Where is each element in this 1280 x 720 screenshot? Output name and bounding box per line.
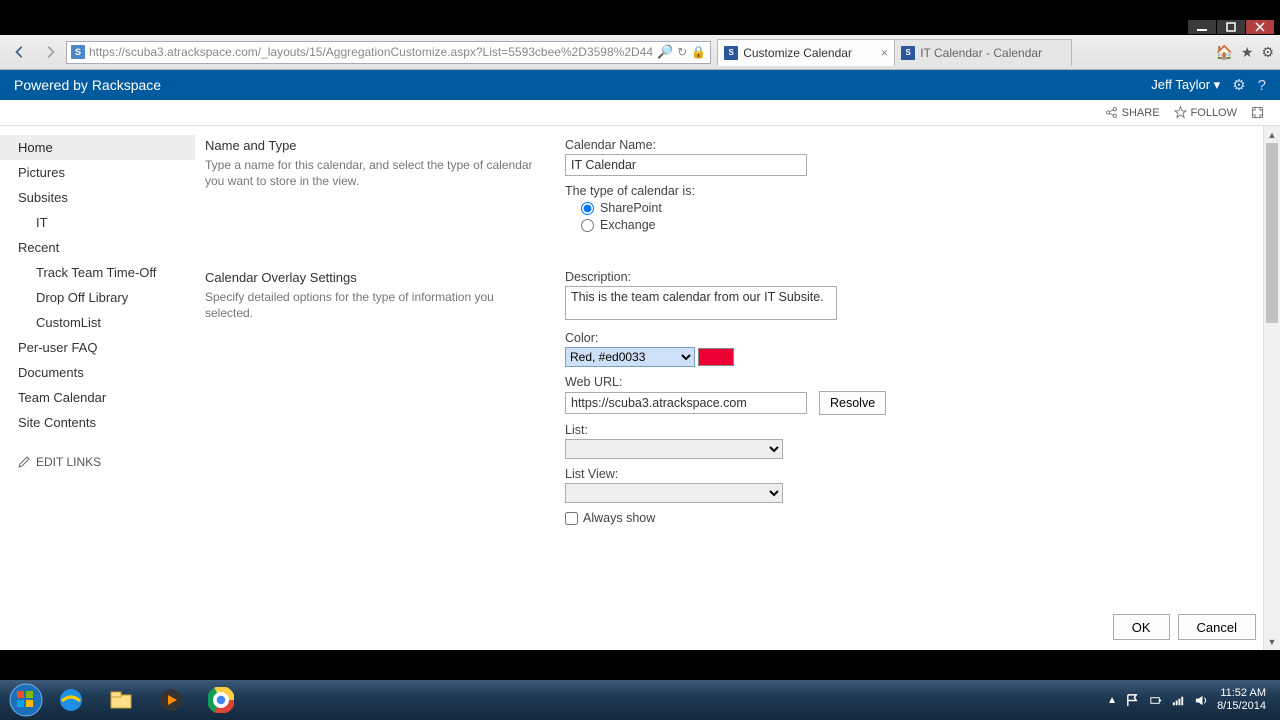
nav-track-timeoff[interactable]: Track Team Time-Off bbox=[0, 260, 195, 285]
scroll-up-icon[interactable]: ▲ bbox=[1264, 126, 1280, 143]
tray-up-icon[interactable]: ▲ bbox=[1107, 695, 1117, 706]
weburl-label: Web URL: bbox=[565, 375, 1260, 389]
letterbox-top bbox=[0, 0, 1280, 35]
radio-sharepoint[interactable]: SharePoint bbox=[581, 201, 1260, 215]
gear-icon[interactable]: ⚙ bbox=[1232, 76, 1245, 94]
window-maximize-button[interactable] bbox=[1217, 20, 1245, 34]
share-icon bbox=[1105, 106, 1118, 119]
user-menu[interactable]: Jeff Taylor ▾ bbox=[1151, 77, 1220, 93]
list-select[interactable] bbox=[565, 439, 783, 459]
nav-subsites[interactable]: Subsites bbox=[0, 185, 195, 210]
calendar-name-label: Calendar Name: bbox=[565, 138, 1260, 152]
calendar-name-input[interactable] bbox=[565, 154, 807, 176]
form-content: Name and Type Type a name for this calen… bbox=[195, 126, 1280, 650]
taskbar-media[interactable] bbox=[147, 683, 195, 717]
color-label: Color: bbox=[565, 331, 1260, 345]
listview-select[interactable] bbox=[565, 483, 783, 503]
home-icon[interactable]: 🏠 bbox=[1215, 44, 1232, 61]
site-favicon: S bbox=[71, 45, 85, 59]
nav-it-subsite[interactable]: IT bbox=[0, 210, 195, 235]
nav-faq[interactable]: Per-user FAQ bbox=[0, 335, 195, 360]
tab-title: Customize Calendar bbox=[743, 46, 852, 60]
tray-network-icon[interactable] bbox=[1171, 693, 1186, 708]
letterbox-bottom bbox=[0, 650, 1280, 680]
browser-tab-inactive[interactable]: S IT Calendar - Calendar bbox=[894, 39, 1072, 66]
list-label: List: bbox=[565, 423, 1260, 437]
description-input[interactable]: This is the team calendar from our IT Su… bbox=[565, 286, 837, 320]
radio-exchange[interactable]: Exchange bbox=[581, 218, 1260, 232]
nav-site-contents[interactable]: Site Contents bbox=[0, 410, 195, 435]
windows-taskbar: ▲ 11:52 AM 8/15/2014 bbox=[0, 680, 1280, 720]
nav-team-calendar[interactable]: Team Calendar bbox=[0, 385, 195, 410]
tab-favicon: S bbox=[724, 46, 738, 60]
search-dropdown-icon[interactable]: 🔎 bbox=[657, 44, 673, 60]
resolve-button[interactable]: Resolve bbox=[819, 391, 886, 415]
tray-power-icon[interactable] bbox=[1148, 693, 1163, 708]
edit-links[interactable]: EDIT LINKS bbox=[0, 445, 195, 479]
tools-icon[interactable]: ⚙ bbox=[1261, 44, 1274, 61]
tab-close-icon[interactable]: × bbox=[881, 45, 889, 60]
focus-icon[interactable] bbox=[1251, 106, 1264, 119]
pencil-icon bbox=[18, 456, 30, 468]
forward-button[interactable] bbox=[36, 40, 64, 64]
brand-text: Powered by Rackspace bbox=[14, 77, 161, 93]
calendar-type-label: The type of calendar is: bbox=[565, 184, 1260, 198]
start-button[interactable] bbox=[6, 680, 46, 720]
description-label: Description: bbox=[565, 270, 1260, 284]
tray-flag-icon[interactable] bbox=[1125, 693, 1140, 708]
color-swatch bbox=[698, 348, 734, 366]
tab-title: IT Calendar - Calendar bbox=[920, 46, 1042, 60]
taskbar-chrome[interactable] bbox=[197, 683, 245, 717]
window-close-button[interactable] bbox=[1246, 20, 1274, 34]
page-actions-bar: SHARE FOLLOW bbox=[0, 100, 1280, 126]
scroll-thumb[interactable] bbox=[1266, 143, 1278, 323]
follow-link[interactable]: FOLLOW bbox=[1174, 106, 1237, 119]
cancel-button[interactable]: Cancel bbox=[1178, 614, 1256, 640]
tab-favicon: S bbox=[901, 46, 915, 60]
nav-dropoff[interactable]: Drop Off Library bbox=[0, 285, 195, 310]
browser-toolbar: S https://scuba3.atrackspace.com/_layout… bbox=[0, 35, 1280, 70]
favorites-icon[interactable]: ★ bbox=[1241, 44, 1254, 61]
weburl-input[interactable] bbox=[565, 392, 807, 414]
listview-label: List View: bbox=[565, 467, 1260, 481]
nav-recent[interactable]: Recent bbox=[0, 235, 195, 260]
scroll-down-icon[interactable]: ▼ bbox=[1264, 633, 1280, 650]
section-desc-overlay: Specify detailed options for the type of… bbox=[205, 289, 545, 321]
tray-clock[interactable]: 11:52 AM 8/15/2014 bbox=[1217, 687, 1266, 712]
back-button[interactable] bbox=[6, 40, 34, 64]
sharepoint-suite-bar: Powered by Rackspace Jeff Taylor ▾ ⚙ ? bbox=[0, 70, 1280, 100]
taskbar-ie[interactable] bbox=[47, 683, 95, 717]
nav-documents[interactable]: Documents bbox=[0, 360, 195, 385]
nav-customlist[interactable]: CustomList bbox=[0, 310, 195, 335]
browser-tab-active[interactable]: S Customize Calendar × bbox=[717, 39, 895, 66]
section-title-name-type: Name and Type bbox=[205, 138, 545, 153]
section-title-overlay: Calendar Overlay Settings bbox=[205, 270, 545, 285]
help-icon[interactable]: ? bbox=[1258, 77, 1266, 94]
color-select[interactable]: Red, #ed0033 bbox=[565, 347, 695, 367]
lock-icon: 🔒 bbox=[691, 45, 706, 59]
star-icon bbox=[1174, 106, 1187, 119]
quick-launch-nav: Home Pictures Subsites IT Recent Track T… bbox=[0, 126, 195, 650]
share-link[interactable]: SHARE bbox=[1105, 106, 1160, 119]
nav-home[interactable]: Home bbox=[0, 135, 195, 160]
vertical-scrollbar[interactable]: ▲ ▼ bbox=[1263, 126, 1280, 650]
always-show-checkbox[interactable]: Always show bbox=[565, 511, 1260, 525]
refresh-icon[interactable]: ↻ bbox=[677, 45, 687, 59]
nav-pictures[interactable]: Pictures bbox=[0, 160, 195, 185]
address-bar[interactable]: S https://scuba3.atrackspace.com/_layout… bbox=[66, 41, 711, 64]
ok-button[interactable]: OK bbox=[1113, 614, 1170, 640]
window-minimize-button[interactable] bbox=[1188, 20, 1216, 34]
section-desc-name-type: Type a name for this calendar, and selec… bbox=[205, 157, 545, 189]
taskbar-explorer[interactable] bbox=[97, 683, 145, 717]
tray-volume-icon[interactable] bbox=[1194, 693, 1209, 708]
address-text: https://scuba3.atrackspace.com/_layouts/… bbox=[89, 45, 653, 59]
